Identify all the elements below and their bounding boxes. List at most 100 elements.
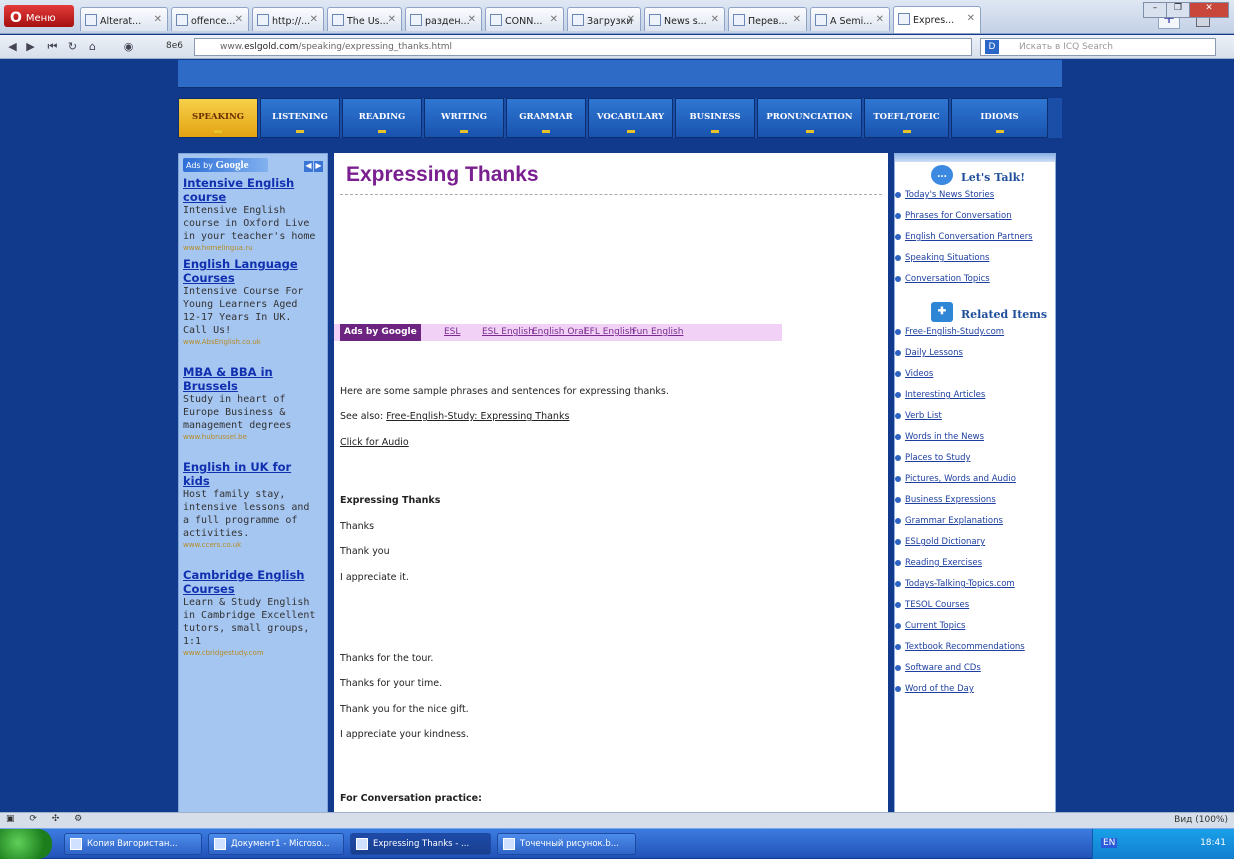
nav-tab-writing[interactable]: WRITING: [424, 98, 504, 138]
tab-close-icon[interactable]: ✕: [876, 14, 884, 25]
talk-link[interactable]: Today's News Stories: [895, 190, 1055, 211]
ad-prev-icon[interactable]: ◀: [304, 161, 313, 172]
browser-tab[interactable]: A Semi... ✕: [810, 7, 890, 31]
related-link[interactable]: Free-English-Study.com: [895, 327, 1055, 348]
tab-close-icon[interactable]: ✕: [235, 14, 243, 25]
tab-close-icon[interactable]: ✕: [310, 14, 318, 25]
forward-icon[interactable]: ▶: [22, 39, 39, 55]
tab-close-icon[interactable]: ✕: [793, 14, 801, 25]
browser-tab[interactable]: CONN... ✕: [485, 7, 564, 31]
related-link[interactable]: Textbook Recommendations: [895, 642, 1055, 663]
ad-title-link[interactable]: MBA & BBA in Brussels: [183, 365, 321, 393]
related-link[interactable]: Todays-Talking-Topics.com: [895, 579, 1055, 600]
talk-heading-label: Let's Talk!: [961, 171, 1026, 184]
ad-url[interactable]: www.homelingua.ru: [183, 243, 321, 253]
tab-close-icon[interactable]: ✕: [154, 14, 162, 25]
close-window-button[interactable]: ✕: [1189, 2, 1229, 18]
opera-menu-button[interactable]: O Меню: [4, 5, 74, 27]
zoom-status[interactable]: Вид (100%): [1174, 815, 1228, 825]
nav-tab-pronunciation[interactable]: PRONUNCIATION: [757, 98, 862, 138]
search-engine-icon[interactable]: D: [985, 40, 999, 54]
related-link[interactable]: Words in the News: [895, 432, 1055, 453]
related-link[interactable]: Software and CDs: [895, 663, 1055, 684]
browser-tab[interactable]: разден... ✕: [405, 7, 482, 31]
ad-next-icon[interactable]: ▶: [314, 161, 323, 172]
browser-tab[interactable]: offence... ✕: [171, 7, 249, 31]
nav-tab-speaking[interactable]: SPEAKING: [178, 98, 258, 138]
nav-tab-grammar[interactable]: GRAMMAR: [506, 98, 586, 138]
talk-link[interactable]: Speaking Situations: [895, 253, 1055, 274]
taskbar-item[interactable]: Точечный рисунок.b...: [497, 833, 636, 855]
related-link[interactable]: Interesting Articles: [895, 390, 1055, 411]
ad-url[interactable]: www.ccers.co.uk: [183, 540, 321, 550]
nav-tab-idioms[interactable]: IDIOMS: [951, 98, 1048, 138]
browser-tab[interactable]: News s... ✕: [644, 7, 725, 31]
start-button[interactable]: [0, 829, 52, 859]
tab-close-icon[interactable]: ✕: [711, 14, 719, 25]
tab-close-icon[interactable]: ✕: [388, 14, 396, 25]
ad-link[interactable]: Fun English: [632, 327, 683, 337]
related-link[interactable]: TESOL Courses: [895, 600, 1055, 621]
nav-tab-listening[interactable]: LISTENING: [260, 98, 340, 138]
taskbar-item[interactable]: Expressing Thanks - ...: [350, 833, 491, 855]
related-link[interactable]: Business Expressions: [895, 495, 1055, 516]
ad-title-link[interactable]: Intensive English course: [183, 176, 321, 204]
tab-close-icon[interactable]: ✕: [550, 14, 558, 25]
related-link[interactable]: Verb List: [895, 411, 1055, 432]
talk-link[interactable]: Phrases for Conversation: [895, 211, 1055, 232]
address-field[interactable]: www.eslgold.com/speaking/expressing_than…: [194, 38, 972, 56]
search-input[interactable]: D Искать в ICQ Search: [980, 38, 1216, 56]
tab-close-icon[interactable]: ✕: [627, 14, 635, 25]
ad-link[interactable]: EFL English: [584, 327, 635, 337]
ad-link[interactable]: ESL English: [482, 327, 534, 337]
reload-icon[interactable]: ↻: [64, 39, 81, 55]
ad-links-label[interactable]: Ads by Google: [340, 324, 421, 341]
ad-link[interactable]: ESL: [444, 327, 460, 337]
speech-bubble-icon: …: [931, 165, 953, 185]
browser-tab[interactable]: http://... ✕: [252, 7, 324, 31]
ad-url[interactable]: www.hubrussel.be: [183, 432, 321, 442]
ad-title-link[interactable]: English Language Courses: [183, 257, 321, 285]
home-icon[interactable]: ⌂: [84, 39, 101, 55]
rewind-icon[interactable]: ⏮: [44, 39, 61, 55]
browser-tab[interactable]: Перев... ✕: [728, 7, 807, 31]
browser-tab[interactable]: Expres... ✕: [893, 6, 981, 33]
taskbar-item[interactable]: Документ1 - Microso...: [208, 833, 344, 855]
ad-title-link[interactable]: Cambridge English Courses: [183, 568, 321, 596]
language-indicator[interactable]: EN: [1101, 838, 1118, 848]
nav-tab-vocabulary[interactable]: VOCABULARY: [588, 98, 673, 138]
ad-title-link[interactable]: English in UK for kids: [183, 460, 321, 488]
nav-tab-business[interactable]: BUSINESS: [675, 98, 755, 138]
related-link[interactable]: Grammar Explanations: [895, 516, 1055, 537]
ad-url[interactable]: www.cbridgestudy.com: [183, 648, 321, 658]
related-link[interactable]: Current Topics: [895, 621, 1055, 642]
related-link[interactable]: ESLgold Dictionary: [895, 537, 1055, 558]
minimize-button[interactable]: –: [1143, 2, 1167, 18]
ads-by-google-label[interactable]: Ads by Google: [183, 158, 268, 172]
status-icons[interactable]: ▣ ⟳ ✣ ⚙: [6, 814, 88, 824]
browser-tab-bar: O Меню Alterat... ✕ offence... ✕ http://... ✕ T…: [0, 0, 1234, 34]
browser-tab[interactable]: Alterat... ✕: [80, 7, 168, 31]
audio-link[interactable]: Click for Audio: [340, 437, 409, 448]
related-link[interactable]: Reading Exercises: [895, 558, 1055, 579]
tab-close-icon[interactable]: ✕: [468, 14, 476, 25]
back-icon[interactable]: ◀: [4, 39, 21, 55]
related-link[interactable]: Pictures, Words and Audio: [895, 474, 1055, 495]
nav-tab-toefl-toeic[interactable]: TOEFL/TOEIC: [864, 98, 949, 138]
ad-url[interactable]: www.AbsEnglish.co.uk: [183, 337, 321, 347]
talk-link[interactable]: English Conversation Partners: [895, 232, 1055, 253]
ad-link[interactable]: English Oral: [532, 327, 586, 337]
nav-tab-reading[interactable]: READING: [342, 98, 422, 138]
related-link[interactable]: Daily Lessons: [895, 348, 1055, 369]
talk-link[interactable]: Conversation Topics: [895, 274, 1055, 295]
maximize-button[interactable]: ❐: [1166, 2, 1190, 18]
related-link[interactable]: Places to Study: [895, 453, 1055, 474]
browser-tab[interactable]: Загрузки ✕: [567, 7, 641, 31]
browser-tab[interactable]: The Us... ✕: [327, 7, 402, 31]
taskbar-item[interactable]: Копия Вигористан...: [64, 833, 202, 855]
see-also-link[interactable]: Free-English-Study: Expressing Thanks: [386, 411, 569, 422]
tab-close-icon[interactable]: ✕: [967, 13, 975, 24]
related-link[interactable]: Word of the Day: [895, 684, 1055, 705]
ad-item: Intensive English course Intensive Englis…: [183, 176, 321, 253]
related-link[interactable]: Videos: [895, 369, 1055, 390]
